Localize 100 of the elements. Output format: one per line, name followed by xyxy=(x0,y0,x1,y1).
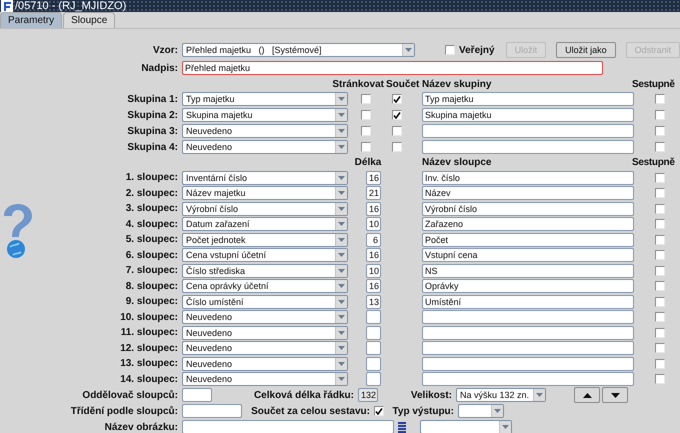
length-field[interactable]: 13 xyxy=(366,294,381,309)
checkbox[interactable] xyxy=(392,110,402,120)
checkbox[interactable] xyxy=(655,188,665,198)
checkbox[interactable] xyxy=(655,219,665,230)
length-field[interactable]: 10 xyxy=(366,264,381,278)
column-dropdown[interactable]: Číslo střediska xyxy=(182,264,348,278)
length-field[interactable]: 16 xyxy=(366,248,381,262)
checkbox[interactable] xyxy=(392,126,402,136)
move-up-button[interactable] xyxy=(574,387,600,403)
checkbox[interactable] xyxy=(655,312,665,322)
column-name-field[interactable]: Oprávky xyxy=(422,279,634,294)
column-name-field[interactable] xyxy=(422,356,634,371)
checkbox[interactable] xyxy=(655,343,665,354)
column-dropdown[interactable]: Neuvedeno xyxy=(182,326,348,340)
checkbox[interactable] xyxy=(655,296,665,307)
length-field[interactable]: 21 xyxy=(366,186,381,200)
template-dropdown[interactable]: Přehled majetku () [Systémové] xyxy=(182,43,415,57)
checkbox[interactable] xyxy=(361,126,371,136)
group-dropdown[interactable]: Neuvedeno xyxy=(182,124,348,138)
column-name-field[interactable] xyxy=(422,326,634,340)
field-label: 7. sloupec: xyxy=(124,265,179,276)
field-label: 9. sloupec: xyxy=(124,296,179,308)
column-header: Součet xyxy=(385,78,420,90)
action-button[interactable]: Uložit jako xyxy=(556,42,616,58)
checkbox[interactable] xyxy=(655,328,665,338)
column-name-field[interactable] xyxy=(422,310,634,324)
column-dropdown[interactable]: Neuvedeno xyxy=(182,341,348,356)
column-dropdown[interactable]: Výrobní číslo xyxy=(182,202,348,216)
length-field[interactable] xyxy=(366,372,381,386)
column-dropdown[interactable]: Neuvedeno xyxy=(182,372,348,386)
caret-icon xyxy=(338,222,345,226)
group-name-field[interactable]: Typ majetku xyxy=(422,92,634,106)
group-dropdown[interactable]: Skupina majetku xyxy=(182,108,348,122)
output-type-dropdown[interactable] xyxy=(458,404,504,418)
heading-field[interactable]: Přehled majetku xyxy=(182,61,603,75)
size-dropdown[interactable]: Na výšku 132 zn. xyxy=(456,388,546,402)
group-name-field[interactable] xyxy=(422,140,634,154)
column-name-field[interactable] xyxy=(422,372,634,386)
column-name-field[interactable] xyxy=(422,341,634,356)
length-field[interactable]: 16 xyxy=(366,170,381,185)
length-field[interactable] xyxy=(366,310,381,324)
image-name-field[interactable] xyxy=(182,420,394,433)
checkbox[interactable] xyxy=(361,94,371,104)
group-dropdown[interactable]: Typ majetku xyxy=(182,92,348,106)
checkbox[interactable] xyxy=(655,110,665,120)
field-label: 11. sloupec: xyxy=(120,327,179,338)
field-label: Název obrázku: xyxy=(104,422,179,432)
column-name-field[interactable]: Počet xyxy=(422,232,634,247)
column-dropdown[interactable]: Číslo umístění xyxy=(182,294,348,309)
checkbox[interactable] xyxy=(655,250,665,260)
checkbox[interactable] xyxy=(655,266,665,276)
column-dropdown[interactable]: Počet jednotek xyxy=(182,232,348,247)
separator-field[interactable] xyxy=(182,388,212,402)
tab[interactable]: Parametry xyxy=(0,12,62,28)
checkbox[interactable] xyxy=(655,204,665,214)
checkbox[interactable] xyxy=(392,94,402,104)
checkbox[interactable] xyxy=(361,110,371,120)
length-field[interactable] xyxy=(366,356,381,371)
checkbox[interactable] xyxy=(374,406,384,416)
group-name-field[interactable] xyxy=(422,124,634,138)
column-name-field[interactable]: Zařazeno xyxy=(422,217,634,232)
checkbox[interactable] xyxy=(445,45,455,55)
column-name-field[interactable]: Výrobní číslo xyxy=(422,202,634,216)
length-field[interactable]: 16 xyxy=(366,279,381,294)
length-field[interactable] xyxy=(366,341,381,356)
column-name-field[interactable]: Vstupní cena xyxy=(422,248,634,262)
sort-field[interactable] xyxy=(182,404,242,418)
dropdown[interactable] xyxy=(420,420,512,433)
column-name-field[interactable]: NS xyxy=(422,264,634,278)
column-dropdown[interactable]: Inventární číslo xyxy=(182,170,348,185)
checkbox[interactable] xyxy=(361,142,371,152)
length-field[interactable] xyxy=(366,326,381,340)
checkbox[interactable] xyxy=(655,358,665,369)
field-label: Oddělovač sloupců: xyxy=(81,390,179,400)
column-dropdown[interactable]: Neuvedeno xyxy=(182,310,348,324)
column-dropdown[interactable]: Cena oprávky účetní xyxy=(182,279,348,294)
checkbox[interactable] xyxy=(655,126,665,136)
checkbox[interactable] xyxy=(655,234,665,245)
checkbox[interactable] xyxy=(655,281,665,292)
move-down-button[interactable] xyxy=(602,387,628,403)
checkbox[interactable] xyxy=(655,374,665,384)
column-name-field[interactable]: Název xyxy=(422,186,634,200)
column-dropdown[interactable]: Název majetku xyxy=(182,186,348,200)
checkbox[interactable] xyxy=(655,94,665,104)
tab[interactable]: Sloupce xyxy=(63,12,116,28)
column-dropdown[interactable]: Cena vstupní účetní xyxy=(182,248,348,262)
group-dropdown[interactable]: Neuvedeno xyxy=(182,140,348,154)
length-field[interactable]: 6 xyxy=(366,232,381,247)
length-field[interactable]: 10 xyxy=(366,217,381,232)
column-dropdown[interactable]: Datum zařazení xyxy=(182,217,348,232)
length-field[interactable]: 16 xyxy=(366,202,381,216)
checkbox[interactable] xyxy=(655,172,665,183)
column-dropdown[interactable]: Neuvedeno xyxy=(182,356,348,371)
checkbox[interactable] xyxy=(392,142,402,152)
checkbox[interactable] xyxy=(655,142,665,152)
column-name-field[interactable]: Inv. číslo xyxy=(422,170,634,185)
caret-icon xyxy=(338,315,345,320)
group-name-field[interactable]: Skupina majetku xyxy=(422,108,634,122)
down-arrow-icon xyxy=(610,392,620,398)
column-name-field[interactable]: Umístění xyxy=(422,294,634,309)
